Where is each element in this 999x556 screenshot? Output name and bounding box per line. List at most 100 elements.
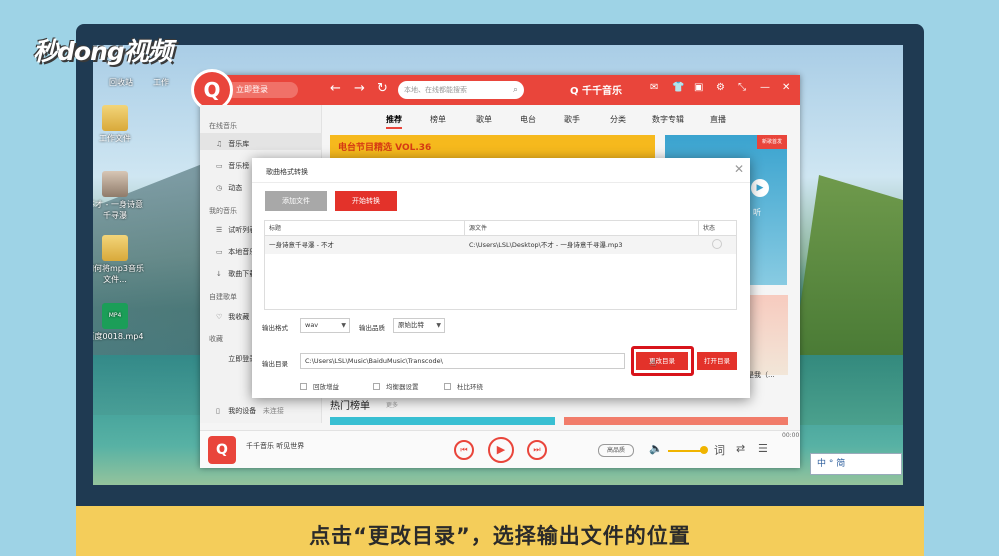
dolby-checkbox[interactable]: 杜比环绕	[444, 381, 483, 391]
lyrics-button[interactable]: 词	[714, 442, 725, 458]
search-input[interactable]: 本地、在线都能搜索 ⌕	[398, 81, 524, 99]
forward-arrow-icon[interactable]: →	[354, 81, 365, 96]
mail-icon[interactable]: ✉	[650, 82, 658, 93]
sidebar-head-online: 在线音乐	[209, 122, 237, 130]
row-title: 一身诗意千寻瀑 - 不才	[269, 241, 334, 249]
player-bar: Q 千千音乐 听见世界 ⏮ ▶ ⏭ 高品质 🔈 词 ⇄ ☰ 00:00	[200, 430, 800, 468]
column-header-source: 源文件	[465, 221, 699, 236]
list-icon: ☰	[216, 226, 223, 234]
column-header-title: 标题	[265, 221, 465, 236]
tab-digital-albums[interactable]: 数字专辑	[652, 114, 684, 125]
tab-categories[interactable]: 分类	[610, 114, 626, 125]
player-now-playing: 千千音乐 听见世界	[246, 442, 305, 450]
app-titlebar: 立即登录 ← → ↻ 本地、在线都能搜索 ⌕ Q 千千音乐 ✉ 👕 ▣ ⚙ ⤡ …	[200, 75, 800, 105]
dialog-close-icon[interactable]: ✕	[734, 162, 744, 176]
phone-icon: ▯	[216, 407, 220, 415]
start-convert-button[interactable]: 开始转换	[335, 191, 397, 211]
desktop-icon-mp3-doc[interactable]: 如何将mp3音乐文件...	[93, 235, 145, 285]
desktop-icon-song[interactable]: 不才 - 一身诗意千寻瀑	[93, 171, 145, 221]
column-header-status: 状态	[699, 221, 736, 236]
table-row[interactable]: 一身诗意千寻瀑 - 不才 C:\Users\LSL\Desktop\不才 - 一…	[265, 236, 736, 254]
video-logo: 秒dong视频	[33, 37, 173, 66]
previous-track-button[interactable]: ⏮	[454, 440, 474, 460]
computer-icon: ▭	[216, 248, 223, 256]
sidebar-item-local[interactable]: ▭ 本地音乐	[216, 247, 256, 257]
hot-charts-title: 热门榜单	[330, 401, 370, 412]
monitor-icon: ▭	[216, 162, 223, 170]
refresh-icon[interactable]: ↻	[377, 81, 388, 96]
sidebar-item-chart[interactable]: ▭ 音乐榜	[216, 161, 249, 171]
banner-tag: 新歌首发	[757, 135, 787, 149]
login-button[interactable]: 立即登录	[226, 82, 298, 98]
download-icon: ↓	[216, 270, 222, 278]
brand-label: Q 千千音乐	[570, 86, 622, 97]
equalizer-checkbox[interactable]: 均衡器设置	[373, 381, 419, 391]
mini-mode-icon[interactable]: ⤡	[738, 82, 746, 93]
sidebar-item-library[interactable]: ♫ 音乐库	[216, 139, 249, 149]
quality-selector[interactable]: 高品质	[598, 444, 634, 457]
status-icon	[712, 239, 722, 249]
tab-charts[interactable]: 榜单	[430, 114, 446, 125]
chevron-down-icon: ▼	[436, 322, 441, 329]
sidebar-item-favorites[interactable]: ♡ 我收藏	[216, 312, 249, 322]
music-file-icon	[102, 171, 128, 197]
play-icon[interactable]: ▶	[751, 179, 769, 197]
format-select[interactable]: wav ▼	[300, 318, 350, 333]
music-note-icon: ♫	[216, 140, 223, 148]
heart-icon: ♡	[216, 313, 223, 321]
sidebar-item-dynamic[interactable]: ◷ 动态	[216, 183, 242, 193]
tab-recommend[interactable]: 推荐	[386, 114, 402, 129]
player-time: 00:00	[782, 432, 800, 439]
volume-knob[interactable]	[700, 446, 708, 454]
sidebar-head-playlists: 自建歌单	[209, 293, 237, 301]
toolbox-icon[interactable]: ▣	[694, 82, 703, 93]
minimize-icon[interactable]: —	[760, 82, 770, 93]
quality-select[interactable]: 原始比特 ▼	[393, 318, 445, 333]
chevron-down-icon: ▼	[341, 322, 346, 329]
desktop-icon-work-files[interactable]: 工作文件	[93, 105, 145, 144]
playlist-icon[interactable]: ☰	[758, 442, 768, 455]
next-track-button[interactable]: ⏭	[527, 440, 547, 460]
instruction-caption: 点击“更改目录”，选择输出文件的位置	[309, 524, 691, 548]
open-dir-button[interactable]: 打开目录	[697, 352, 737, 370]
hot-charts-more-link[interactable]: 更多	[386, 400, 398, 409]
sidebar-item-device[interactable]: ▯ 我的设备 未连接	[216, 406, 284, 416]
dialog-title: 歌曲格式转换	[266, 168, 308, 176]
output-dir-input[interactable]: C:\Users\LSL\Music\BaiduMusic\Transcode\	[300, 353, 625, 369]
format-convert-dialog: 歌曲格式转换 ✕ 添加文件 开始转换 标题 源文件 状态 一身诗意千寻瀑 - 不…	[252, 158, 750, 398]
chart-card[interactable]	[564, 417, 788, 425]
back-arrow-icon[interactable]: ←	[330, 81, 341, 96]
mp4-file-icon: MP4	[102, 303, 128, 329]
sidebar-item-trial-list[interactable]: ☰ 试听列表	[216, 225, 256, 235]
file-table: 标题 源文件 状态 一身诗意千寻瀑 - 不才 C:\Users\LSL\Desk…	[264, 220, 737, 310]
tab-singers[interactable]: 歌手	[564, 114, 580, 125]
play-button[interactable]: ▶	[488, 437, 514, 463]
close-icon[interactable]: ✕	[782, 82, 790, 93]
tab-radio[interactable]: 电台	[520, 114, 536, 125]
highlight-box	[631, 346, 694, 376]
settings-icon[interactable]: ⚙	[716, 82, 725, 93]
repeat-icon[interactable]: ⇄	[736, 442, 745, 455]
row-source: C:\Users\LSL\Desktop\不才 - 一身诗意千寻瀑.mp3	[469, 241, 623, 249]
tab-live[interactable]: 直播	[710, 114, 726, 125]
player-cover[interactable]: Q	[208, 436, 236, 464]
skin-icon[interactable]: 👕	[672, 82, 684, 93]
output-dir-label: 输出目录	[262, 360, 288, 368]
hand-cursor-icon: ☝	[650, 358, 657, 369]
folder-icon	[102, 235, 128, 261]
caption-band: 点击“更改目录”，选择输出文件的位置	[76, 506, 924, 556]
sidebar-head-my-music: 我的音乐	[209, 207, 237, 215]
search-icon[interactable]: ⌕	[513, 81, 518, 99]
add-file-button[interactable]: 添加文件	[265, 191, 327, 211]
volume-icon[interactable]: 🔈	[649, 442, 663, 455]
sidebar-item-downloads[interactable]: ↓ 歌曲下载	[216, 269, 256, 279]
chart-card[interactable]	[330, 417, 555, 425]
quality-label: 输出品质	[359, 324, 385, 332]
replay-gain-checkbox[interactable]: 回放增益	[300, 381, 339, 391]
ime-toolbar[interactable]: 中 ° 简	[810, 453, 902, 475]
desktop-icon-mp4[interactable]: MP4 百度0018.mp4	[93, 303, 145, 342]
folder-icon	[102, 105, 128, 131]
clock-icon: ◷	[216, 184, 223, 192]
content-tabs: 推荐 榜单 歌单 电台 歌手 分类 数字专辑 直播	[322, 105, 800, 129]
tab-playlists[interactable]: 歌单	[476, 114, 492, 125]
